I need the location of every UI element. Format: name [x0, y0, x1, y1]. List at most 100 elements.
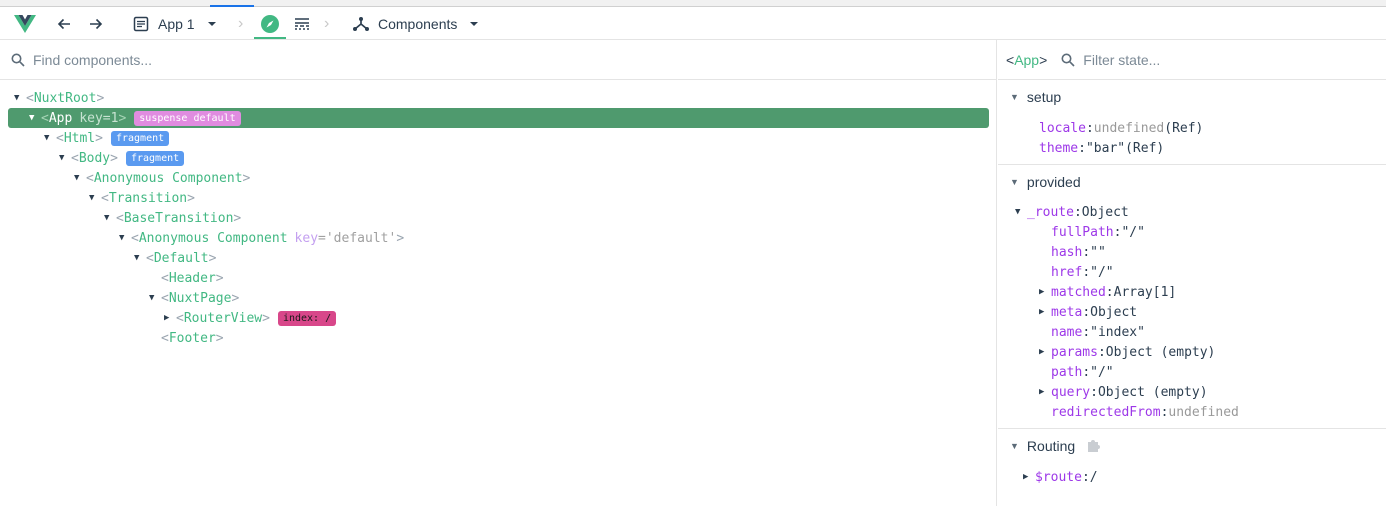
section-divider [998, 428, 1386, 429]
tag-open: < [56, 130, 64, 146]
component-name: Transition [108, 190, 188, 206]
forward-button[interactable] [88, 8, 104, 39]
tab-components-compass[interactable] [260, 8, 280, 39]
caret-right-icon[interactable]: ▶ [164, 313, 174, 323]
filter-state-input[interactable] [1083, 51, 1344, 68]
tree-node[interactable]: ▶ < RouterView > index: / [164, 308, 337, 328]
state-prop[interactable]: path: "/" [1039, 362, 1114, 382]
caret-right-icon[interactable]: ▶ [1039, 347, 1051, 357]
find-components-input[interactable] [33, 51, 933, 68]
prop-value: Object (empty) [1097, 384, 1208, 400]
tag-open: < [161, 290, 169, 306]
prop-value: "index" [1090, 324, 1145, 340]
caret-down-icon[interactable]: ▼ [29, 113, 39, 123]
component-key-value: ='default' [318, 230, 397, 246]
tree-node[interactable]: < Header > [149, 268, 224, 288]
tag-open: < [26, 90, 34, 106]
tag-close: > [96, 90, 105, 106]
component-name: App [48, 110, 73, 126]
back-button[interactable] [56, 8, 72, 39]
tree-node[interactable]: ▼ < Body > fragment [59, 148, 185, 168]
vue-logo-icon[interactable] [14, 8, 36, 39]
section-title-text: setup [1026, 89, 1062, 105]
selected-component-name: <App> [1006, 51, 1048, 68]
caret-down-icon[interactable]: ▼ [74, 173, 84, 183]
section-divider [998, 164, 1386, 165]
arrow-left-icon [57, 18, 70, 29]
prop-key: _route [1027, 204, 1074, 220]
tag-close: > [215, 330, 224, 346]
state-prop[interactable]: ▶ meta: Object [1039, 302, 1137, 322]
state-prop[interactable]: fullPath: "/" [1039, 222, 1145, 242]
breadcrumb-separator: › [238, 14, 244, 32]
tree-node[interactable]: ▼ < App key =1 > suspense default [29, 108, 241, 128]
component-search [0, 40, 996, 80]
tag-open: < [101, 190, 109, 206]
component-key-value: =1 [102, 110, 119, 126]
state-prop[interactable]: ▶ matched: Array[1] [1039, 282, 1176, 302]
prop-key: query [1051, 384, 1091, 400]
tree-node[interactable]: ▼ < BaseTransition > [104, 208, 241, 228]
caret-down-icon[interactable]: ▼ [134, 253, 144, 263]
component-name: Html [63, 130, 96, 146]
plugin-puzzle-icon [1085, 437, 1101, 456]
state-header: <App> [998, 40, 1386, 80]
prop-key: hash [1051, 244, 1083, 260]
caret-down-icon[interactable]: ▼ [104, 213, 114, 223]
prop-colon: : [1082, 304, 1091, 320]
prop-colon: : [1082, 324, 1091, 340]
tree-node[interactable]: ▼ < NuxtPage > [149, 288, 239, 308]
caret-down-icon[interactable]: ▼ [149, 293, 159, 303]
prop-colon: : [1113, 224, 1122, 240]
tag-open: < [41, 110, 49, 126]
prop-key: $route [1035, 469, 1082, 485]
state-prop[interactable]: ▶ query: Object (empty) [1039, 382, 1208, 402]
app-selector[interactable]: App 1 [133, 8, 217, 39]
caret-down-icon[interactable]: ▼ [14, 93, 24, 103]
caret-down-icon[interactable]: ▼ [119, 233, 129, 243]
inspector-label: Components [378, 15, 458, 32]
tag-close: > [95, 130, 103, 146]
state-prop[interactable]: theme: "bar" (Ref) [1027, 138, 1164, 158]
tag-close: > [242, 170, 251, 186]
caret-right-icon[interactable]: ▶ [1039, 287, 1051, 297]
caret-right-icon[interactable]: ▶ [1039, 307, 1051, 317]
toolbar: App 1 › › Components [0, 8, 1386, 40]
tree-node[interactable]: ▼ < Transition > [89, 188, 195, 208]
state-prop[interactable]: ▶ $route: / [1023, 467, 1098, 487]
tree-node[interactable]: < Footer > [149, 328, 224, 348]
state-prop[interactable]: href: "/" [1039, 262, 1114, 282]
tag-close: > [110, 150, 118, 166]
prop-colon: : [1082, 264, 1091, 280]
state-prop[interactable]: redirectedFrom: undefined [1039, 402, 1239, 422]
tab-timeline[interactable] [294, 8, 310, 39]
caret-down-icon[interactable]: ▼ [44, 133, 54, 143]
section-header-routing[interactable]: ▼ Routing [1010, 436, 1101, 456]
section-header-setup[interactable]: ▼ setup [1010, 87, 1061, 107]
caret-right-icon[interactable]: ▶ [1023, 472, 1035, 482]
caret-down-icon: ▼ [1010, 441, 1019, 451]
caret-down-icon[interactable]: ▼ [59, 153, 69, 163]
state-prop[interactable]: locale: undefined (Ref) [1027, 118, 1203, 138]
tree-node[interactable]: ▼ < Html > fragment [44, 128, 170, 148]
tree-node[interactable]: ▼ < Anonymous Component key ='default' > [119, 228, 404, 248]
state-prop[interactable]: ▼ _route: Object [1015, 202, 1129, 222]
state-prop[interactable]: ▶ params: Object (empty) [1039, 342, 1215, 362]
caret-down-icon[interactable]: ▼ [1015, 207, 1027, 217]
caret-right-icon[interactable]: ▶ [1039, 387, 1051, 397]
app-selector-label: App 1 [158, 15, 195, 32]
tree-node[interactable]: ▼ < Default > [134, 248, 216, 268]
prop-colon: : [1082, 364, 1091, 380]
chevron-down-icon [470, 21, 479, 26]
state-prop[interactable]: name: "index" [1039, 322, 1145, 342]
tree-node[interactable]: ▼ < Anonymous Component > [74, 168, 250, 188]
prop-colon: : [1085, 120, 1094, 136]
tag-open: < [86, 170, 94, 186]
state-prop[interactable]: hash: "" [1039, 242, 1106, 262]
section-header-provided[interactable]: ▼ provided [1010, 172, 1081, 192]
tree-node[interactable]: ▼ < NuxtRoot > [14, 88, 104, 108]
component-name: RouterView [183, 310, 263, 326]
inspector-selector[interactable]: Components [352, 8, 479, 39]
caret-down-icon[interactable]: ▼ [89, 193, 99, 203]
component-name: BaseTransition [123, 210, 234, 226]
